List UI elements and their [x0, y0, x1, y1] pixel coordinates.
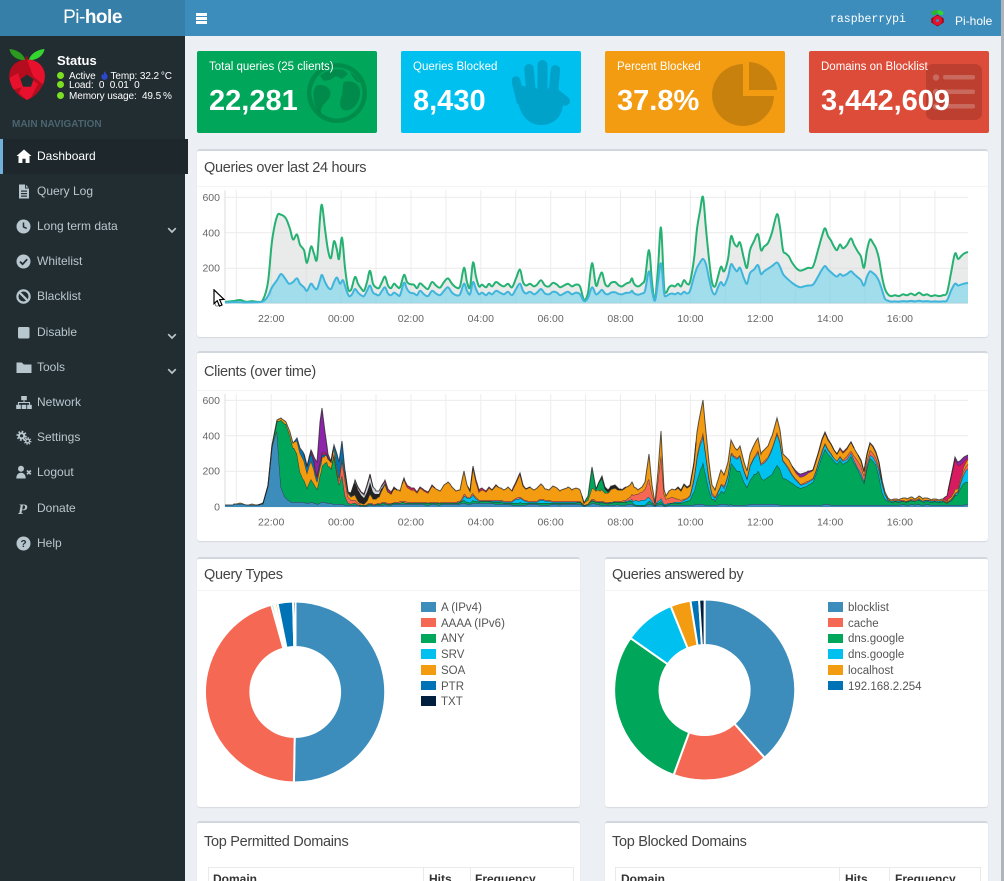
svg-text:16:00: 16:00 [887, 517, 913, 529]
svg-text:06:00: 06:00 [537, 517, 563, 529]
svg-text:10:00: 10:00 [677, 517, 703, 529]
svg-text:0: 0 [214, 501, 220, 513]
svg-text:04:00: 04:00 [468, 313, 494, 325]
svg-text:?: ? [20, 539, 26, 550]
svg-text:P: P [18, 502, 28, 516]
svg-text:22:00: 22:00 [258, 313, 284, 325]
svg-text:08:00: 08:00 [607, 313, 633, 325]
svg-text:200: 200 [202, 263, 220, 275]
svg-text:06:00: 06:00 [537, 313, 563, 325]
svg-text:600: 600 [202, 192, 220, 204]
svg-text:16:00: 16:00 [887, 313, 913, 325]
svg-text:200: 200 [202, 466, 220, 478]
svg-text:00:00: 00:00 [328, 517, 354, 529]
svg-text:04:00: 04:00 [468, 517, 494, 529]
svg-text:12:00: 12:00 [747, 313, 773, 325]
svg-text:02:00: 02:00 [398, 313, 424, 325]
svg-text:400: 400 [202, 430, 220, 442]
svg-text:22:00: 22:00 [258, 517, 284, 529]
svg-text:14:00: 14:00 [817, 313, 843, 325]
svg-text:12:00: 12:00 [747, 517, 773, 529]
svg-text:600: 600 [202, 395, 220, 407]
svg-text:02:00: 02:00 [398, 517, 424, 529]
svg-text:400: 400 [202, 227, 220, 239]
svg-text:10:00: 10:00 [677, 313, 703, 325]
svg-text:00:00: 00:00 [328, 313, 354, 325]
svg-text:14:00: 14:00 [817, 517, 843, 529]
svg-text:08:00: 08:00 [607, 517, 633, 529]
